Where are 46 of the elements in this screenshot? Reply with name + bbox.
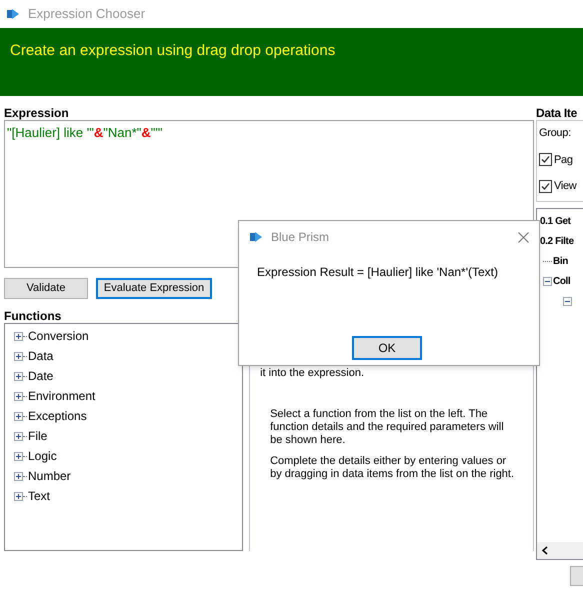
expand-icon[interactable] [14,452,23,460]
section-label: Data Ite [536,106,578,120]
expand-icon[interactable] [14,472,23,480]
tree-item[interactable]: Date [28,367,54,385]
tree-item[interactable]: Conversion [28,327,89,345]
section-label: Expression [4,106,70,120]
app-logo-icon [6,7,20,21]
tree-item[interactable]: Number [28,467,71,485]
tree-item[interactable]: Data [28,347,54,365]
tree-item[interactable]: 0.1 Get [540,214,571,228]
app-logo-icon [249,230,263,244]
expand-icon[interactable] [14,352,23,360]
expand-icon[interactable] [14,392,23,400]
details-text: Complete the details either by entering values or by dragging in data items from the list on the right. [269,455,516,481]
expand-icon[interactable] [14,372,23,380]
section-label: Functions [4,309,62,323]
expand-icon[interactable] [14,432,23,440]
collapse-icon[interactable] [543,276,552,286]
tree-item[interactable]: Logic [28,447,57,465]
checkbox[interactable] [539,153,552,166]
tree-item[interactable]: Exceptions [28,407,87,425]
tree-item[interactable]: Environment [28,387,96,405]
button[interactable]: Evaluate Expression [96,278,212,299]
tree-item[interactable]: Coll [553,274,570,288]
ok-button[interactable]: OK [352,336,422,360]
scroll-left-icon[interactable] [541,546,549,555]
checkbox-label: View [554,179,576,194]
details-text: Select a function from the list on the left. The function details and the required parameters will be shown here. [269,408,505,447]
expand-icon[interactable] [14,412,23,420]
tree-item[interactable]: 0.2 Filte [540,234,574,248]
checkbox[interactable] [539,180,552,193]
tree-item[interactable]: Text [28,487,50,505]
close-icon[interactable] [518,232,529,242]
details-text: it into the expression. [260,367,366,380]
tree-item[interactable]: Bin [553,254,568,268]
checkbox-label: Pag [554,152,573,168]
scrollbar[interactable] [537,542,583,559]
collapse-icon[interactable] [563,296,572,306]
dialog-title: Blue Prism [271,229,330,246]
button[interactable]: Validate [4,278,88,299]
group-label: Group: [539,127,571,139]
expand-icon[interactable] [14,332,23,340]
tree-item[interactable]: File [28,427,48,445]
window-title: Expression Chooser [28,5,146,24]
banner-text: Create an expression using drag drop operations [10,42,336,59]
expand-icon[interactable] [14,492,23,500]
